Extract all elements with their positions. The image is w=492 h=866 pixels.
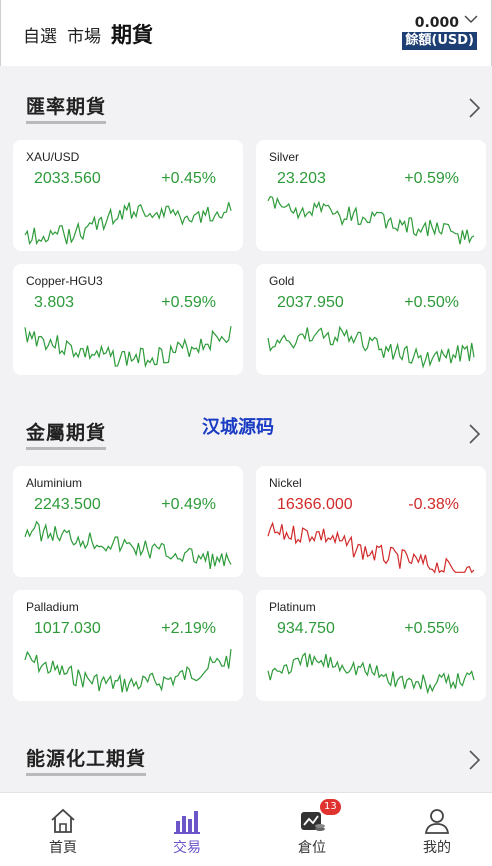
sparkline-chart bbox=[267, 521, 475, 574]
instrument-change: +2.19% bbox=[161, 620, 216, 637]
instrument-change: +0.59% bbox=[161, 294, 216, 311]
section-title-text: 能源化工期貨 bbox=[26, 748, 147, 770]
futures-card-copper[interactable]: Copper-HGU3 3.803 +0.59% bbox=[13, 264, 243, 375]
balance-currency-label[interactable]: 餘額(USD) bbox=[402, 32, 477, 50]
sparkline-chart bbox=[24, 202, 232, 246]
nav-label: 倉位 bbox=[298, 840, 326, 856]
section-title-underline bbox=[26, 447, 107, 450]
sparkline-line bbox=[267, 652, 475, 695]
section-title-underline bbox=[26, 121, 107, 124]
instrument-price: 3.803 bbox=[34, 294, 75, 311]
nav-label: 我的 bbox=[423, 840, 451, 856]
position-count-badge: 13 bbox=[320, 799, 341, 815]
instrument-price: 2243.500 bbox=[34, 496, 101, 513]
instrument-change: +0.59% bbox=[404, 170, 459, 187]
instrument-name: Aluminium bbox=[26, 476, 83, 490]
sparkline-chart bbox=[267, 195, 475, 245]
instrument-price: 934.750 bbox=[277, 620, 335, 637]
futures-card-gold[interactable]: Gold 2037.950 +0.50% bbox=[256, 264, 486, 375]
sparkline-line bbox=[24, 649, 232, 693]
futures-card-aluminium[interactable]: Aluminium 2243.500 +0.49% bbox=[13, 466, 243, 577]
sparkline-line bbox=[267, 325, 475, 369]
section-title-metal-futures: 金屬期貨 bbox=[26, 418, 107, 450]
section-title-text: 金屬期貨 bbox=[26, 422, 107, 444]
nav-profile[interactable]: 我的 bbox=[397, 793, 477, 866]
sparkline-chart bbox=[24, 520, 232, 569]
watermark-text: 汉城源码 bbox=[202, 417, 274, 438]
section-title-text: 匯率期貨 bbox=[26, 96, 107, 118]
balance-value[interactable]: 0.000 bbox=[415, 15, 459, 31]
sparkline-chart bbox=[24, 649, 232, 693]
futures-card-palladium[interactable]: Palladium 1017.030 +2.19% bbox=[13, 590, 243, 701]
tab-market[interactable]: 市場 bbox=[67, 22, 101, 47]
home-icon bbox=[51, 808, 75, 833]
sparkline-chart bbox=[24, 326, 232, 369]
instrument-change: +0.55% bbox=[404, 620, 459, 637]
sparkline-line bbox=[24, 202, 232, 246]
sparkline-chart bbox=[267, 652, 475, 695]
section-title-underline bbox=[26, 773, 147, 776]
instrument-name: Gold bbox=[269, 274, 295, 288]
section-title-energy-futures: 能源化工期貨 bbox=[26, 744, 147, 776]
instrument-price: 16366.000 bbox=[277, 496, 353, 513]
instrument-change: +0.49% bbox=[161, 496, 216, 513]
futures-card-platinum[interactable]: Platinum 934.750 +0.55% bbox=[256, 590, 486, 701]
sparkline-chart bbox=[267, 325, 475, 369]
nav-label: 首頁 bbox=[49, 840, 77, 856]
chevron-right-icon[interactable] bbox=[466, 748, 482, 772]
instrument-name: Platinum bbox=[269, 600, 316, 614]
instrument-name: Nickel bbox=[269, 476, 302, 490]
section-title-fx-futures: 匯率期貨 bbox=[26, 92, 107, 124]
nav-positions[interactable]: 13 倉位 bbox=[272, 793, 352, 866]
instrument-change: +0.45% bbox=[161, 170, 216, 187]
bar-chart-icon bbox=[174, 811, 200, 834]
instrument-name: Silver bbox=[269, 150, 300, 164]
chevron-right-icon[interactable] bbox=[466, 96, 482, 120]
futures-card-silver[interactable]: Silver 23.203 +0.59% bbox=[256, 140, 486, 251]
top-header: 自選 市場 期貨 0.000 餘額(USD) bbox=[0, 0, 492, 66]
nav-home[interactable]: 首頁 bbox=[23, 793, 103, 866]
tab-futures[interactable]: 期貨 bbox=[111, 19, 153, 49]
instrument-price: 23.203 bbox=[277, 170, 326, 187]
sparkline-line bbox=[24, 326, 232, 369]
instrument-change: -0.38% bbox=[408, 496, 459, 513]
bottom-nav: 首頁 交易 13 倉位 我的 bbox=[0, 792, 492, 866]
futures-card-nickel[interactable]: Nickel 16366.000 -0.38% bbox=[256, 466, 486, 577]
chevron-right-icon[interactable] bbox=[466, 422, 482, 446]
tab-watchlist[interactable]: 自選 bbox=[23, 22, 57, 47]
sparkline-line bbox=[267, 195, 475, 245]
instrument-price: 1017.030 bbox=[34, 620, 101, 637]
sparkline-line bbox=[24, 520, 232, 569]
chevron-down-icon[interactable] bbox=[463, 13, 479, 25]
instrument-change: +0.50% bbox=[404, 294, 459, 311]
instrument-price: 2037.950 bbox=[277, 294, 344, 311]
sparkline-line bbox=[267, 521, 475, 574]
instrument-price: 2033.560 bbox=[34, 170, 101, 187]
user-icon bbox=[424, 809, 450, 834]
futures-card-xauusd[interactable]: XAU/USD 2033.560 +0.45% bbox=[13, 140, 243, 251]
nav-label: 交易 bbox=[173, 840, 201, 856]
nav-trade[interactable]: 交易 bbox=[147, 793, 227, 866]
instrument-name: Palladium bbox=[26, 600, 79, 614]
instrument-name: XAU/USD bbox=[26, 150, 80, 164]
instrument-name: Copper-HGU3 bbox=[26, 274, 103, 288]
